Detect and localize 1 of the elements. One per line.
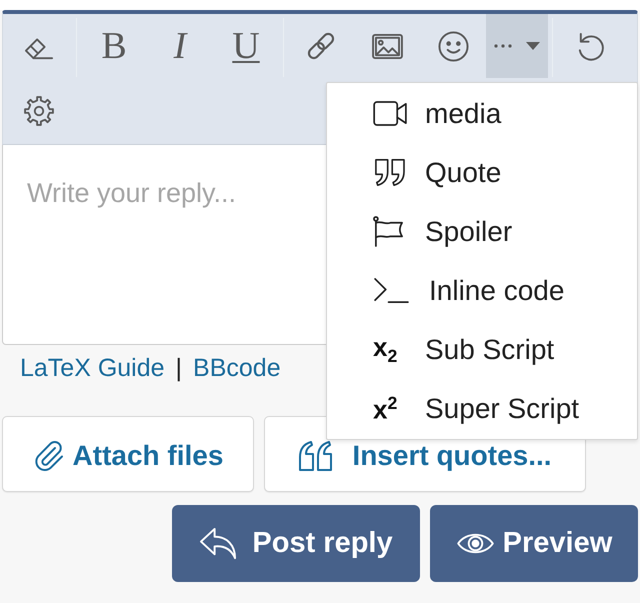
link-separator: | xyxy=(176,353,182,383)
